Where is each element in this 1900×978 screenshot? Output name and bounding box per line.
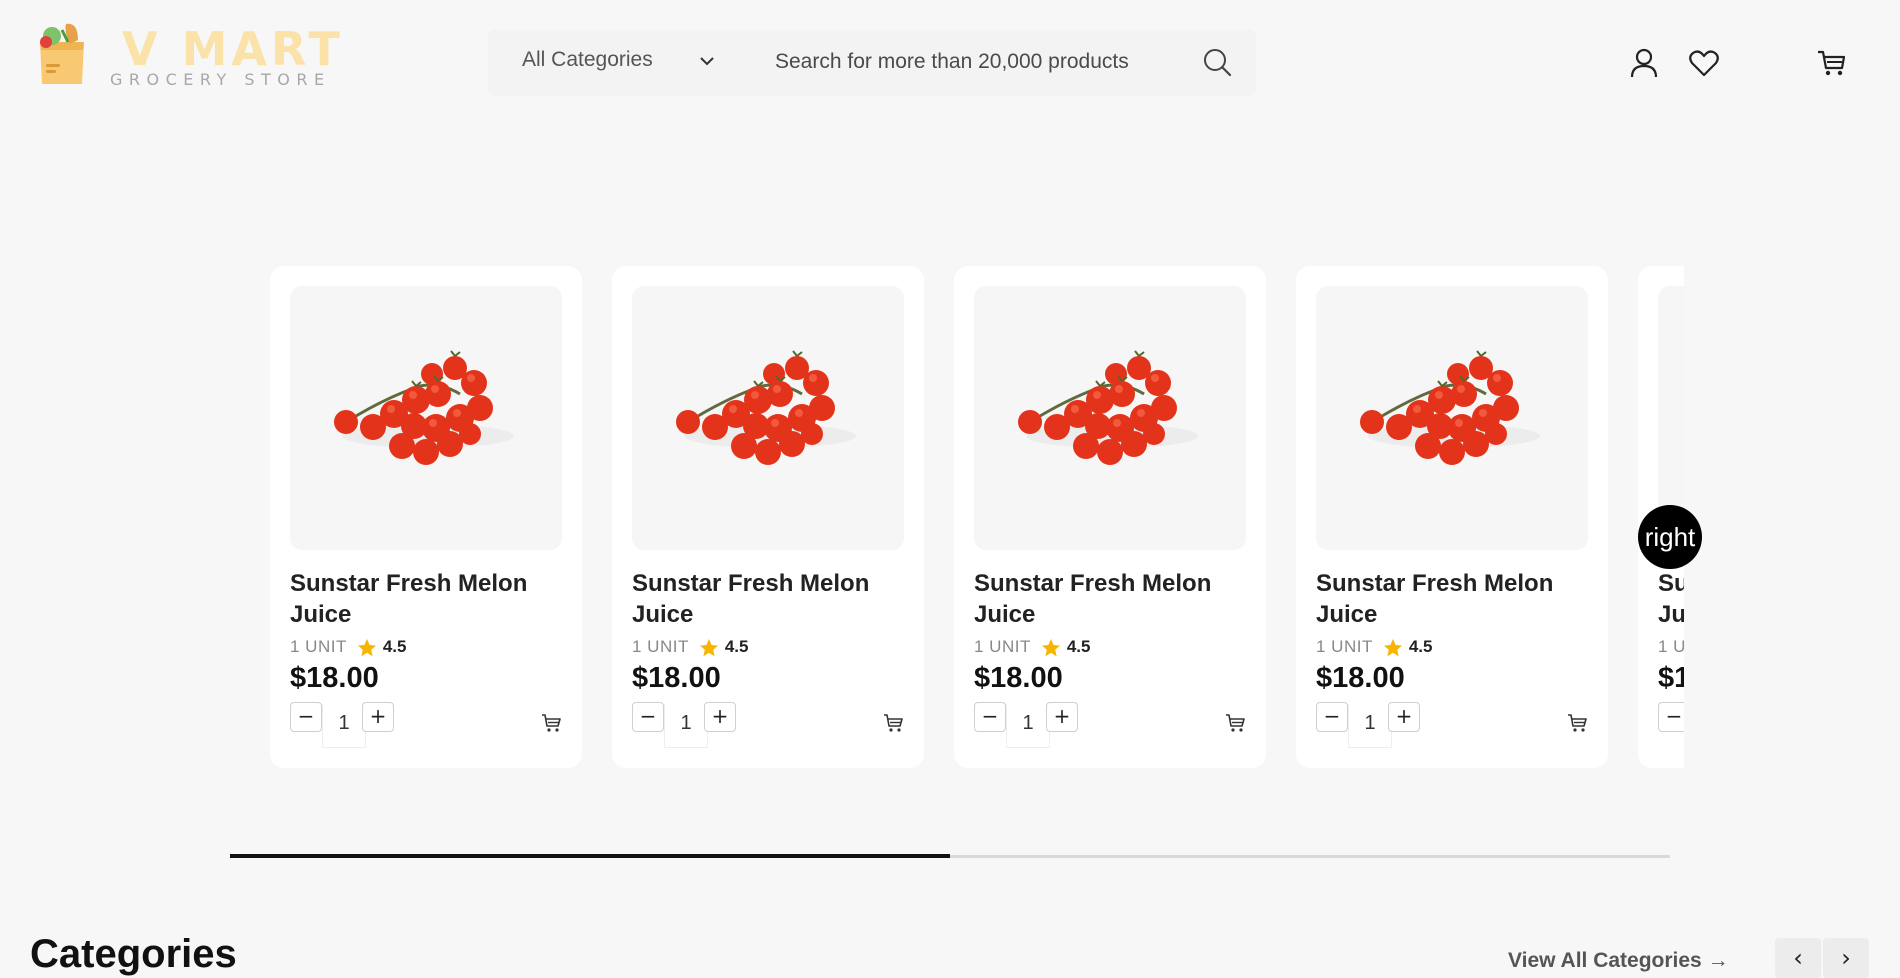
category-select-label: All Categories — [522, 48, 653, 71]
product-image[interactable] — [1316, 286, 1588, 550]
quantity-increase-button[interactable]: + — [1388, 702, 1420, 732]
product-rating: 4.5 — [1408, 637, 1433, 656]
product-carousel: Sunstar Fresh Melon Juice 1 UNIT 4.5 $18… — [270, 266, 1684, 768]
logo-subtitle: GROCERY STORE — [110, 70, 331, 89]
tomato-image — [676, 350, 856, 465]
quantity-increase-button[interactable]: + — [362, 702, 394, 732]
product-unit: 1 UNIT — [632, 637, 689, 656]
quantity-decrease-button[interactable]: − — [1658, 702, 1684, 732]
quantity-stepper: − 1 + — [290, 700, 410, 748]
product-price: $18.00 — [1316, 662, 1405, 694]
quantity-input[interactable]: 1 — [664, 704, 708, 748]
product-meta: 1 UNIT 4.5 — [974, 636, 1090, 658]
product-name[interactable]: Sunstar Fresh Melon Juice — [632, 568, 902, 630]
quantity-input[interactable]: 1 — [1348, 704, 1392, 748]
tomato-image — [334, 350, 514, 465]
quantity-decrease-button[interactable]: − — [290, 702, 322, 732]
quantity-decrease-button[interactable]: − — [632, 702, 664, 732]
product-card[interactable]: Sunstar Fresh Melon Juice 1 UNIT 4.5 $18… — [270, 266, 582, 768]
tomato-image — [1360, 350, 1540, 465]
logo-title: V MART — [122, 22, 344, 76]
quantity-stepper: − 1 + — [974, 700, 1094, 748]
product-image[interactable] — [290, 286, 562, 550]
add-to-cart-icon[interactable] — [540, 712, 562, 734]
carousel-scrollbar[interactable] — [230, 854, 1670, 858]
product-name[interactable]: Sunstar Fresh Melon Juice — [974, 568, 1244, 630]
product-unit: 1 UNIT — [1658, 637, 1684, 656]
product-card[interactable]: Sunstar Fresh Melon Juice 1 UNIT 4.5 $18… — [1296, 266, 1608, 768]
product-rating: 4.5 — [1066, 637, 1091, 656]
product-unit: 1 UNIT — [974, 637, 1031, 656]
product-meta: 1 UNIT 4.5 — [290, 636, 406, 658]
product-name[interactable]: Sunstar Fresh Melon Juice — [1316, 568, 1586, 630]
add-to-cart-icon[interactable] — [1224, 712, 1246, 734]
product-price: $18.00 — [290, 662, 379, 694]
product-meta: 1 UNIT 4.5 — [1316, 636, 1432, 658]
quantity-input[interactable]: 1 — [1006, 704, 1050, 748]
logo[interactable]: V MART GROCERY STORE — [32, 18, 340, 90]
add-to-cart-icon[interactable] — [882, 712, 904, 734]
star-icon — [699, 639, 718, 657]
product-rating: 4.5 — [724, 637, 749, 656]
carousel-scrollbar-thumb[interactable] — [230, 854, 950, 858]
user-icon[interactable] — [1628, 47, 1660, 79]
category-select[interactable]: All Categories — [522, 48, 653, 72]
search-icon[interactable] — [1202, 47, 1232, 77]
product-name[interactable]: Sunstar Fresh Melon Juice — [290, 568, 560, 630]
add-to-cart-icon[interactable] — [1566, 712, 1588, 734]
star-icon — [357, 639, 376, 657]
quantity-stepper: − 1 + — [1316, 700, 1436, 748]
categories-heading: Categories — [30, 932, 237, 976]
product-image[interactable] — [974, 286, 1246, 550]
view-all-categories-link[interactable]: View All Categories → — [1508, 949, 1729, 973]
heart-icon[interactable] — [1688, 47, 1720, 79]
grocery-bag-icon — [40, 23, 84, 84]
quantity-decrease-button[interactable]: − — [974, 702, 1006, 732]
quantity-decrease-button[interactable]: − — [1316, 702, 1348, 732]
quantity-stepper: − 1 + — [1658, 700, 1684, 748]
quantity-stepper: − 1 + — [632, 700, 752, 748]
chevron-down-icon[interactable] — [696, 50, 718, 72]
quantity-increase-button[interactable]: + — [704, 702, 736, 732]
carousel-right-button[interactable]: right — [1638, 505, 1702, 569]
product-card[interactable]: Sunstar Fresh Melon Juice 1 UNIT 4.5 $18… — [612, 266, 924, 768]
star-icon — [1383, 639, 1402, 657]
categories-prev-button[interactable]: ‹ — [1775, 938, 1821, 978]
product-card[interactable]: Sunstar Fresh Melon Juice 1 UNIT 4.5 $18… — [954, 266, 1266, 768]
product-price: $18.00 — [974, 662, 1063, 694]
product-image[interactable] — [632, 286, 904, 550]
product-price: $18.00 — [1658, 662, 1684, 694]
product-unit: 1 UNIT — [290, 637, 347, 656]
product-unit: 1 UNIT — [1316, 637, 1373, 656]
search-bar: All Categories Search for more than 20,0… — [488, 30, 1256, 96]
star-icon — [1041, 639, 1060, 657]
product-name[interactable]: Sunstar Fresh Melon Juice — [1658, 568, 1684, 630]
quantity-increase-button[interactable]: + — [1046, 702, 1078, 732]
product-meta: 1 UNIT 4.5 — [632, 636, 748, 658]
tomato-image — [1018, 350, 1198, 465]
product-rating: 4.5 — [382, 637, 407, 656]
product-meta: 1 UNIT 4.5 — [1658, 636, 1684, 658]
cart-icon[interactable] — [1815, 47, 1847, 79]
categories-next-button[interactable]: › — [1823, 938, 1869, 978]
product-price: $18.00 — [632, 662, 721, 694]
quantity-input[interactable]: 1 — [322, 704, 366, 748]
search-input[interactable]: Search for more than 20,000 products — [775, 50, 1129, 74]
